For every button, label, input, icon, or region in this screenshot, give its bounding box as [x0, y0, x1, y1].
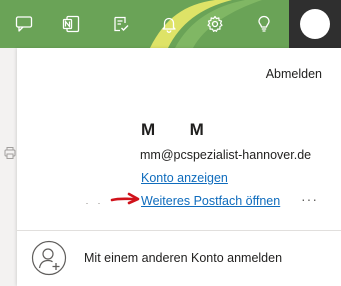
todo-icon [114, 16, 129, 32]
chat-icon [15, 16, 33, 32]
more-options-button[interactable]: ··· [301, 191, 318, 207]
printer-icon [4, 147, 16, 159]
onenote-button[interactable] [51, 0, 91, 48]
chat-button[interactable] [4, 0, 44, 48]
user-name-initial-second: M [189, 120, 205, 139]
sign-in-other-account-label: Mit einem anderen Konto anmelden [84, 251, 283, 265]
sign-in-other-account-button[interactable]: Mit einem anderen Konto anmelden [17, 231, 341, 286]
add-person-icon [31, 240, 67, 276]
account-panel: Abmelden MM mm@pcspezialist-hannover.de … [17, 48, 341, 286]
avatar [300, 9, 330, 39]
decoration-speck [98, 203, 100, 204]
user-display-name: MM [141, 120, 204, 140]
user-email: mm@pcspezialist-hannover.de [140, 148, 312, 162]
account-manager-button[interactable] [289, 0, 341, 48]
sign-out-link[interactable]: Abmelden [266, 67, 322, 81]
todo-button[interactable] [101, 0, 141, 48]
user-name-initial-first: M [141, 120, 156, 139]
lightbulb-icon [258, 15, 270, 32]
underlying-page-edge [0, 48, 17, 286]
notifications-button[interactable] [149, 0, 189, 48]
view-account-link[interactable]: Konto anzeigen [141, 171, 228, 185]
annotation-arrow-icon [110, 192, 140, 205]
bell-icon [162, 17, 176, 33]
onenote-icon [62, 15, 80, 33]
tips-button[interactable] [244, 0, 284, 48]
gear-icon [207, 15, 223, 32]
settings-button[interactable] [195, 0, 235, 48]
decoration-speck [86, 203, 88, 204]
top-app-bar [0, 0, 341, 48]
open-another-mailbox-link[interactable]: Weiteres Postfach öffnen [141, 194, 280, 208]
